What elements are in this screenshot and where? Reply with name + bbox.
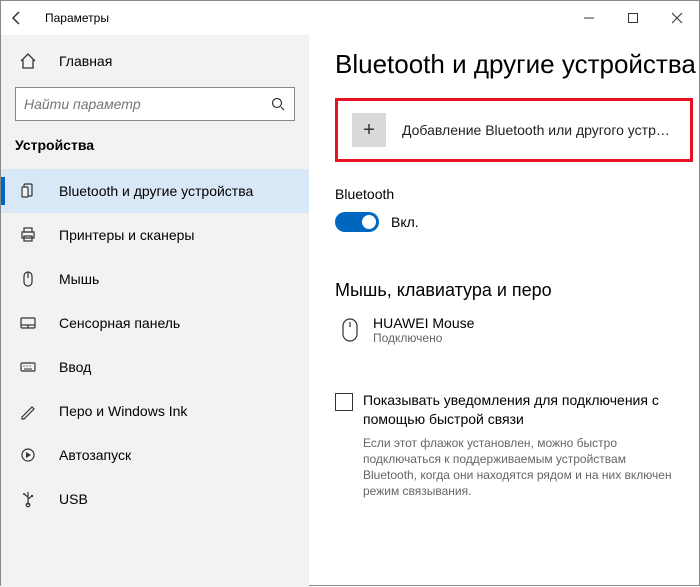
mouse-device-icon (335, 315, 365, 343)
quick-pair-checkbox[interactable] (335, 393, 353, 411)
search-icon (270, 96, 286, 112)
sidebar-item-label: Перо и Windows Ink (59, 403, 187, 419)
keyboard-icon (19, 358, 43, 376)
quick-pair-label: Показывать уведомления для подключения с… (363, 391, 699, 429)
bluetooth-toggle[interactable] (335, 212, 379, 232)
add-device-button[interactable]: + Добавление Bluetooth или другого устро… (335, 98, 693, 162)
home-label: Главная (59, 53, 112, 69)
quick-pair-hint: Если этот флажок установлен, можно быстр… (363, 435, 683, 500)
bluetooth-state: Вкл. (391, 214, 419, 230)
sidebar-item-label: Bluetooth и другие устройства (59, 183, 253, 199)
sidebar-item-label: Мышь (59, 271, 99, 287)
device-name: HUAWEI Mouse (373, 315, 474, 331)
printer-icon (19, 226, 43, 244)
window-title: Параметры (45, 11, 109, 25)
sidebar-item-autoplay[interactable]: Автозапуск (1, 433, 309, 477)
sidebar-item-label: Ввод (59, 359, 91, 375)
sidebar-item-mouse[interactable]: Мышь (1, 257, 309, 301)
touchpad-icon (19, 314, 43, 332)
page-title: Bluetooth и другие устройства (335, 49, 699, 80)
minimize-button[interactable] (567, 1, 611, 35)
sidebar-item-label: Сенсорная панель (59, 315, 180, 331)
sidebar: Главная Устройства Bluetooth и другие ус… (1, 35, 309, 587)
home-link[interactable]: Главная (1, 39, 309, 83)
device-status: Подключено (373, 331, 474, 345)
group-heading: Мышь, клавиатура и перо (335, 280, 699, 301)
home-icon (19, 52, 43, 70)
search-input[interactable] (15, 87, 295, 121)
device-item[interactable]: HUAWEI Mouse Подключено (335, 315, 699, 345)
sidebar-item-usb[interactable]: USB (1, 477, 309, 521)
search-field[interactable] (24, 96, 270, 112)
sidebar-item-label: USB (59, 491, 88, 507)
devices-icon (19, 182, 43, 200)
plus-icon: + (352, 113, 386, 147)
bluetooth-label: Bluetooth (335, 186, 699, 202)
sidebar-item-label: Автозапуск (59, 447, 131, 463)
section-label: Устройства (1, 133, 309, 169)
mouse-icon (19, 270, 43, 288)
close-button[interactable] (655, 1, 699, 35)
sidebar-item-typing[interactable]: Ввод (1, 345, 309, 389)
maximize-button[interactable] (611, 1, 655, 35)
usb-icon (19, 490, 43, 508)
pen-icon (19, 402, 43, 420)
back-button[interactable] (9, 10, 37, 26)
sidebar-item-printers[interactable]: Принтеры и сканеры (1, 213, 309, 257)
autoplay-icon (19, 446, 43, 464)
sidebar-item-label: Принтеры и сканеры (59, 227, 194, 243)
add-device-label: Добавление Bluetooth или другого устройс… (402, 122, 676, 138)
sidebar-item-pen[interactable]: Перо и Windows Ink (1, 389, 309, 433)
content-panel: Bluetooth и другие устройства + Добавлен… (309, 35, 699, 587)
titlebar: Параметры (1, 1, 699, 35)
sidebar-item-bluetooth[interactable]: Bluetooth и другие устройства (1, 169, 309, 213)
sidebar-item-touchpad[interactable]: Сенсорная панель (1, 301, 309, 345)
